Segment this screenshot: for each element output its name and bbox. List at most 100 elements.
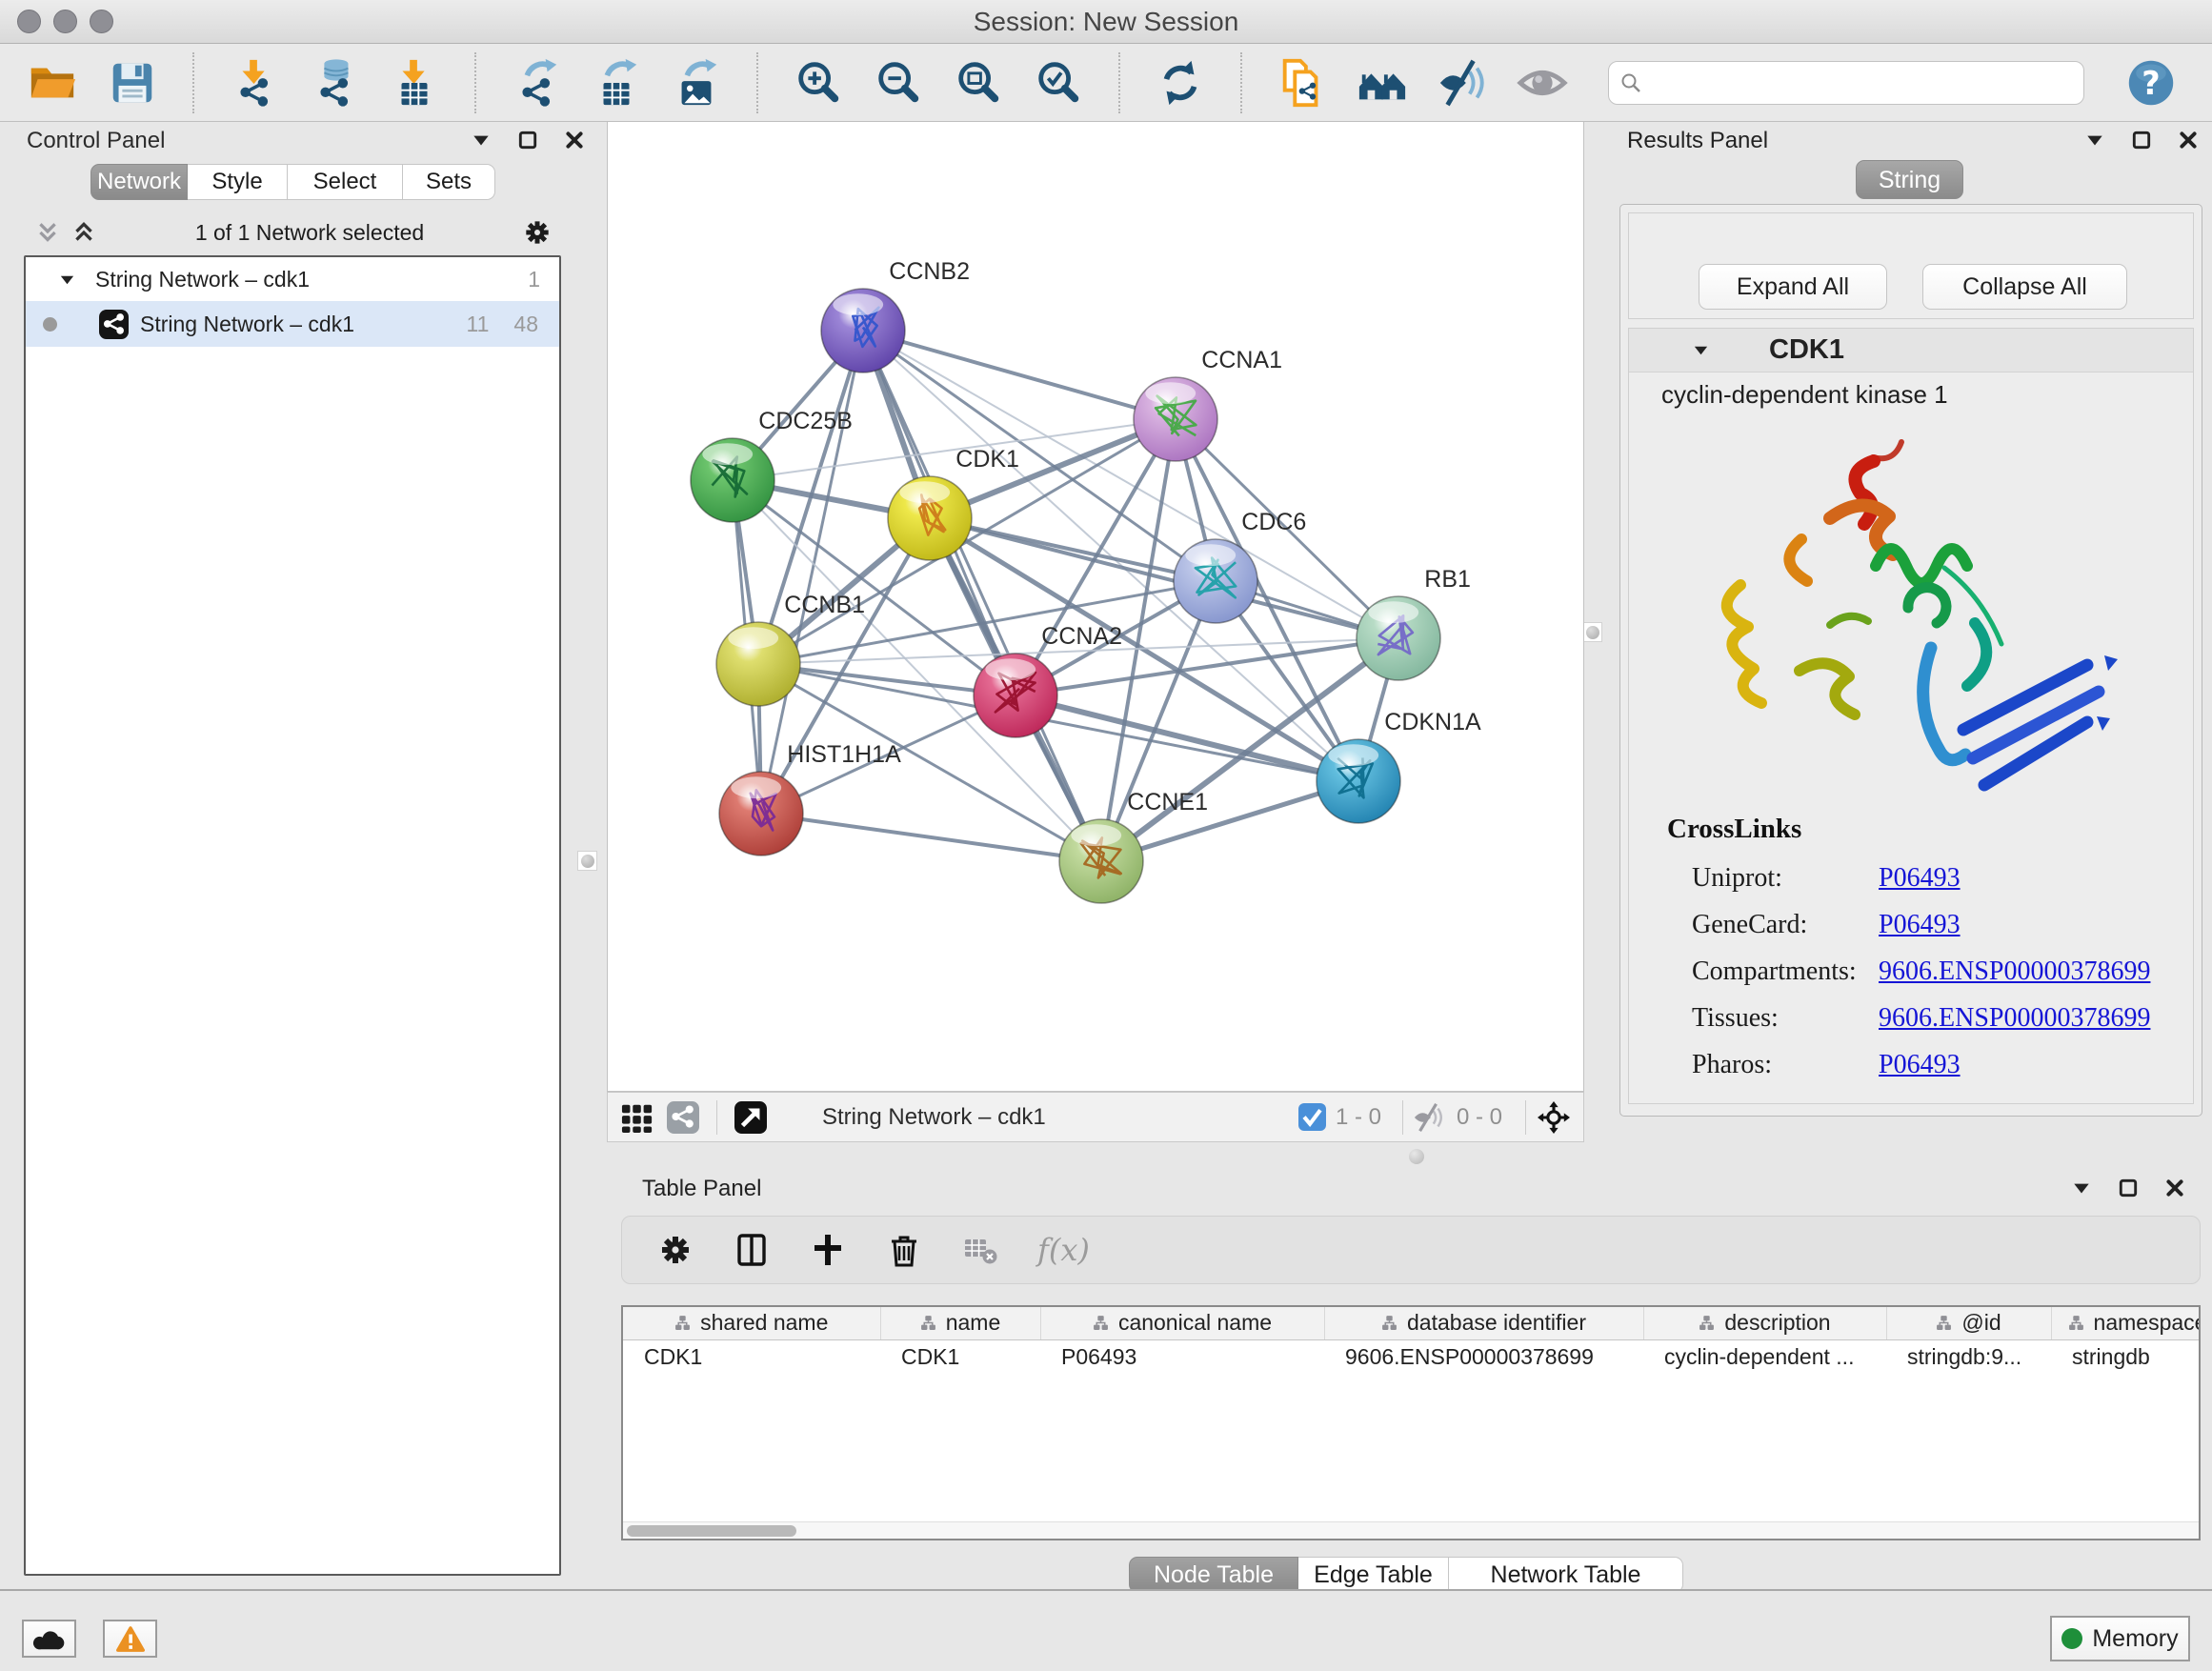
save-session-icon[interactable]	[105, 55, 160, 111]
results-panel-close-icon[interactable]	[2178, 130, 2199, 151]
function-builder-icon[interactable]: f(x)	[1037, 1232, 1090, 1268]
results-panel-menu-caret-icon[interactable]	[2084, 130, 2105, 151]
status-bar: Memory	[0, 1589, 2212, 1671]
add-column-icon[interactable]	[809, 1231, 847, 1269]
network-node-RB1[interactable]: RB1	[1357, 566, 1471, 680]
gene-section-header[interactable]: CDK1	[1629, 329, 2193, 372]
crosslinks-block: CrossLinks Uniprot:P06493GeneCard:P06493…	[1667, 814, 2193, 1088]
control-panel-menu-caret-icon[interactable]	[471, 130, 492, 151]
network-view-title: String Network – cdk1	[822, 1104, 1046, 1131]
network-svg: CCNB2CCNA1CDC25BCDK1CDC6RB1CCNB1CCNA2CDK…	[608, 122, 1583, 1090]
scrollbar-thumb[interactable]	[627, 1525, 796, 1537]
network-node-CDKN1A[interactable]: CDKN1A	[1317, 709, 1481, 823]
table-panel-tabs: Node Table Edge Table Network Table	[1129, 1557, 1683, 1593]
tab-node-table[interactable]: Node Table	[1129, 1557, 1298, 1593]
left-splitter-handle[interactable]	[577, 851, 597, 871]
tab-select[interactable]: Select	[288, 164, 403, 200]
hidden-count: 0 - 0	[1457, 1104, 1502, 1131]
hide-selected-icon[interactable]	[1435, 55, 1490, 111]
tab-network-table[interactable]: Network Table	[1449, 1557, 1683, 1593]
svg-text:?: ?	[2142, 65, 2160, 102]
import-network-icon[interactable]	[227, 55, 282, 111]
control-panel-close-icon[interactable]	[564, 130, 585, 151]
grid-view-icon[interactable]	[619, 1099, 655, 1136]
open-view-in-window-icon[interactable]	[733, 1099, 769, 1136]
tab-string-results[interactable]: String	[1856, 160, 1963, 199]
tab-edge-table[interactable]: Edge Table	[1298, 1557, 1449, 1593]
table-panel-menu-caret-icon[interactable]	[2071, 1178, 2092, 1198]
collapse-all-button[interactable]: Collapse All	[1922, 264, 2127, 310]
show-graphics-details-icon[interactable]	[1515, 55, 1570, 111]
network-edge-count: 48	[513, 312, 538, 337]
crosslink-link[interactable]: P06493	[1879, 910, 1961, 940]
results-panel-float-icon[interactable]	[2131, 130, 2152, 151]
open-session-icon[interactable]	[25, 55, 80, 111]
birds-eye-view-icon[interactable]	[1536, 1099, 1572, 1136]
table-horizontal-scrollbar[interactable]	[623, 1521, 2199, 1539]
zoom-out-icon[interactable]	[871, 55, 926, 111]
table-panel-float-icon[interactable]	[2118, 1178, 2139, 1198]
string-view-icon[interactable]	[665, 1099, 701, 1136]
network-node-CDC6[interactable]: CDC6	[1174, 509, 1306, 623]
search-input[interactable]	[1608, 61, 2084, 105]
network-row-label: String Network – cdk1	[140, 312, 467, 337]
clone-network-icon[interactable]	[1275, 55, 1330, 111]
table-row[interactable]: CDK1CDK1P064939606.ENSP00000378699cyclin…	[623, 1339, 2201, 1374]
home-icon[interactable]	[1355, 55, 1410, 111]
column-header--id[interactable]: @id	[1886, 1307, 2051, 1339]
network-node-CCNE1[interactable]: CCNE1	[1059, 789, 1208, 903]
network-canvas[interactable]: CCNB2CCNA1CDC25BCDK1CDC6RB1CCNB1CCNA2CDK…	[607, 122, 1584, 1092]
crosslink-link[interactable]: 9606.ENSP00000378699	[1879, 1003, 2150, 1034]
memory-button[interactable]: Memory	[2050, 1616, 2190, 1661]
gene-collapse-caret-icon[interactable]	[1692, 341, 1710, 359]
toggle-column-display-icon[interactable]	[733, 1231, 771, 1269]
column-header-shared-name[interactable]: shared name	[623, 1307, 880, 1339]
expand-all-button[interactable]: Expand All	[1699, 264, 1887, 310]
network-node-CCNA1[interactable]: CCNA1	[1134, 347, 1282, 461]
column-header-database-identifier[interactable]: database identifier	[1324, 1307, 1643, 1339]
help-button[interactable]: ?	[2126, 58, 2176, 108]
network-node-CDC25B[interactable]: CDC25B	[691, 408, 853, 522]
network-node-CCNA2[interactable]: CCNA2	[974, 623, 1122, 737]
delete-table-icon[interactable]	[961, 1231, 999, 1269]
table-splitter-handle[interactable]	[1409, 1149, 1424, 1164]
selected-nodes-checkbox-icon[interactable]	[1298, 1103, 1326, 1131]
crosslink-link[interactable]: P06493	[1879, 1050, 1961, 1080]
tab-style[interactable]: Style	[188, 164, 288, 200]
table-settings-gear-icon[interactable]	[656, 1231, 694, 1269]
hidden-elements-icon[interactable]	[1411, 1099, 1447, 1136]
refresh-icon[interactable]	[1153, 55, 1208, 111]
network-node-HIST1H1A[interactable]: HIST1H1A	[719, 741, 901, 856]
right-splitter-handle[interactable]	[1582, 622, 1602, 642]
network-row-selected[interactable]: String Network – cdk1 11 48	[26, 301, 559, 347]
warnings-button[interactable]	[103, 1620, 157, 1658]
control-panel-float-icon[interactable]	[517, 130, 538, 151]
export-network-icon[interactable]	[509, 55, 564, 111]
column-header-name[interactable]: name	[880, 1307, 1040, 1339]
column-header-canonical-name[interactable]: canonical name	[1040, 1307, 1324, 1339]
tab-network[interactable]: Network	[90, 164, 188, 200]
gene-description: cyclin-dependent kinase 1	[1629, 372, 2193, 410]
results-panel-title: Results Panel	[1627, 128, 1768, 154]
collapse-all-networks-icon[interactable]	[35, 220, 60, 245]
network-collection-row[interactable]: String Network – cdk1 1	[26, 257, 559, 301]
table-panel-close-icon[interactable]	[2164, 1178, 2185, 1198]
column-header-namespace[interactable]: namespace	[2051, 1307, 2201, 1339]
zoom-fit-icon[interactable]	[951, 55, 1006, 111]
main-toolbar: ?	[0, 44, 2212, 122]
crosslink-link[interactable]: 9606.ENSP00000378699	[1879, 956, 2150, 987]
collection-caret-icon[interactable]	[58, 271, 76, 289]
network-options-gear-icon[interactable]	[523, 218, 552, 247]
zoom-in-icon[interactable]	[791, 55, 846, 111]
import-table-icon[interactable]	[387, 55, 442, 111]
delete-column-icon[interactable]	[885, 1231, 923, 1269]
crosslink-link[interactable]: P06493	[1879, 863, 1961, 894]
expand-all-networks-icon[interactable]	[71, 220, 96, 245]
tab-sets[interactable]: Sets	[403, 164, 495, 200]
export-image-icon[interactable]	[669, 55, 724, 111]
cloud-button[interactable]	[22, 1620, 76, 1658]
import-network-database-icon[interactable]	[307, 55, 362, 111]
export-table-icon[interactable]	[589, 55, 644, 111]
column-header-description[interactable]: description	[1643, 1307, 1886, 1339]
zoom-selected-icon[interactable]	[1031, 55, 1086, 111]
